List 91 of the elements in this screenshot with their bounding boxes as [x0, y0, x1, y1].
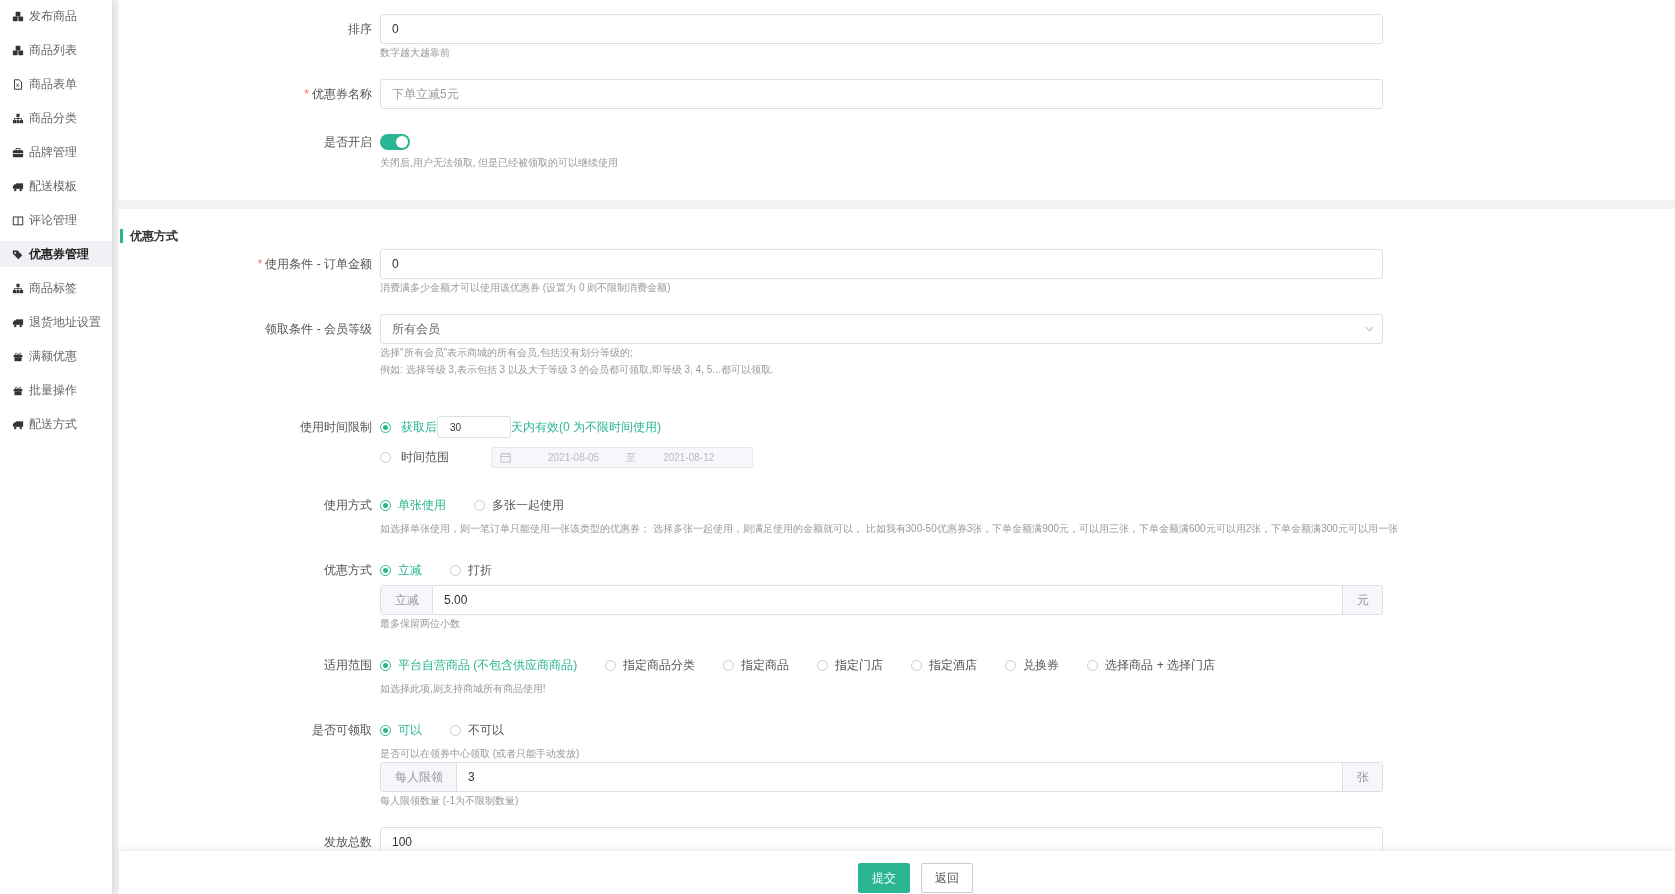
help-text: 消费满多少金额才可以使用该优惠券 (设置为 0 则不限制消费金额)	[380, 281, 671, 295]
help-text: 选择"所有会员"表示商城的所有会员,包括没有划分等级的;	[380, 346, 633, 360]
radio-button[interactable]	[450, 724, 461, 736]
gift-icon	[12, 384, 24, 396]
input-field[interactable]: 0	[380, 249, 1383, 279]
radio-button[interactable]	[474, 499, 485, 511]
help-text: 例如: 选择等级 3,表示包括 3 以及大于等级 3 的会员都可领取,即等级 3, 4, 5...都可以领取.	[380, 363, 774, 377]
radio-label[interactable]: 兑换券	[1023, 656, 1060, 674]
field-label: 是否可领取	[311, 722, 373, 739]
radio-button[interactable]	[380, 724, 391, 736]
sidebar-item[interactable]: 退货地址设置	[0, 309, 112, 335]
sidebar-item[interactable]: 满额优惠	[0, 343, 112, 369]
field-label: 是否开启	[323, 134, 373, 151]
help-text: 如选择此项,则支持商城所有商品使用!	[380, 682, 546, 696]
columns-icon	[12, 214, 24, 226]
radio-label[interactable]: 指定门店	[835, 656, 884, 674]
radio-label[interactable]: 选择商品 + 选择门店	[1105, 656, 1215, 674]
input-value: 3	[467, 769, 476, 786]
document-icon	[12, 78, 24, 90]
chevron-down-icon	[1365, 326, 1374, 332]
radio-label[interactable]: 打折	[468, 561, 492, 579]
radio-button[interactable]	[911, 659, 923, 671]
input-group[interactable]: 立减 5.00 元	[380, 585, 1383, 615]
select-field[interactable]: 所有会员	[380, 314, 1383, 344]
addon-label: 张	[1342, 763, 1382, 791]
radio-label[interactable]: 指定酒店	[929, 656, 978, 674]
radio-label[interactable]: 时间范围	[401, 448, 491, 466]
help-text: 最多保留两位小数	[380, 617, 460, 631]
toggle-switch[interactable]	[380, 134, 410, 150]
radio-button[interactable]	[723, 659, 735, 671]
truck-icon	[12, 316, 24, 328]
sidebar-item[interactable]: 商品标签	[0, 275, 112, 301]
sidebar-item[interactable]: 品牌管理	[0, 139, 112, 165]
field-label: 使用方式	[323, 497, 373, 514]
help-text: 关闭后,用户无法领取, 但是已经被领取的可以继续使用	[380, 156, 619, 170]
field-label: * 使用条件 - 订单金额	[256, 256, 373, 273]
tag-icon	[12, 248, 24, 260]
radio-button[interactable]	[380, 451, 391, 463]
field-label: 排序	[347, 21, 373, 38]
sidebar-item[interactable]: 配送方式	[0, 411, 112, 437]
radio-button[interactable]	[380, 564, 391, 576]
cubes-icon	[12, 10, 24, 22]
sidebar-item[interactable]: 评论管理	[0, 207, 112, 233]
truck-icon	[12, 418, 24, 430]
truck-icon	[12, 180, 24, 192]
section-title: 优惠方式	[120, 229, 1675, 243]
radio-button[interactable]	[380, 659, 391, 671]
sidebar-item[interactable]: 发布商品	[0, 3, 112, 29]
input-group[interactable]: 每人限领 3 张	[380, 762, 1383, 792]
field-label: 领取条件 - 会员等级	[264, 321, 373, 338]
date-text: 2021-08-12	[663, 450, 715, 465]
field-label: 适用范围	[323, 657, 373, 674]
input-value: 5.00	[443, 592, 469, 609]
field-label: * 优惠券名称	[303, 86, 373, 103]
help-text: 每人限领数量 (-1为不限制数量)	[380, 794, 519, 808]
field-label: 使用时间限制	[299, 419, 373, 436]
hierarchy-icon	[12, 112, 24, 124]
cubes-icon	[12, 44, 24, 56]
back-button[interactable]: 返回	[920, 863, 973, 893]
briefcase-icon	[12, 146, 24, 158]
addon-label: 元	[1342, 586, 1382, 614]
radio-button[interactable]	[605, 659, 617, 671]
addon-label: 立减	[381, 586, 433, 614]
radio-button[interactable]	[450, 564, 461, 576]
field-label: 发放总数	[323, 834, 373, 851]
radio-label[interactable]: 指定商品	[741, 656, 790, 674]
radio-button[interactable]	[1087, 659, 1099, 671]
field-label: 优惠方式	[323, 562, 373, 579]
gift-icon	[12, 350, 24, 362]
radio-button[interactable]	[380, 499, 391, 511]
sidebar-item[interactable]: 优惠券管理	[0, 241, 112, 267]
sidebar-item[interactable]: 商品列表	[0, 37, 112, 63]
sidebar-item[interactable]: 商品分类	[0, 105, 112, 131]
radio-label[interactable]: 多张一起使用	[492, 496, 564, 514]
hierarchy-icon	[12, 282, 24, 294]
radio-label: 天内有效(0 为不限时间使用)	[511, 419, 661, 436]
radio-label[interactable]: 不可以	[468, 721, 504, 739]
addon-label: 每人限领	[381, 763, 457, 791]
sidebar-item[interactable]: 商品表单	[0, 71, 112, 97]
input-field[interactable]: 0	[380, 14, 1383, 44]
sidebar-item[interactable]: 配送模板	[0, 173, 112, 199]
radio-label[interactable]: 指定商品分类	[623, 656, 696, 674]
date-text: 2021-08-05	[548, 450, 600, 465]
help-text: 数字越大越靠前	[380, 46, 450, 60]
input-field[interactable]: 30	[437, 416, 511, 438]
radio-button[interactable]	[1005, 659, 1017, 671]
radio-button[interactable]	[817, 659, 829, 671]
help-text: 是否可以在领券中心领取 (或者只能手动发放)	[380, 747, 580, 761]
sidebar-item[interactable]: 批量操作	[0, 377, 112, 403]
radio-button[interactable]	[380, 421, 391, 433]
calendar-icon	[500, 451, 511, 463]
